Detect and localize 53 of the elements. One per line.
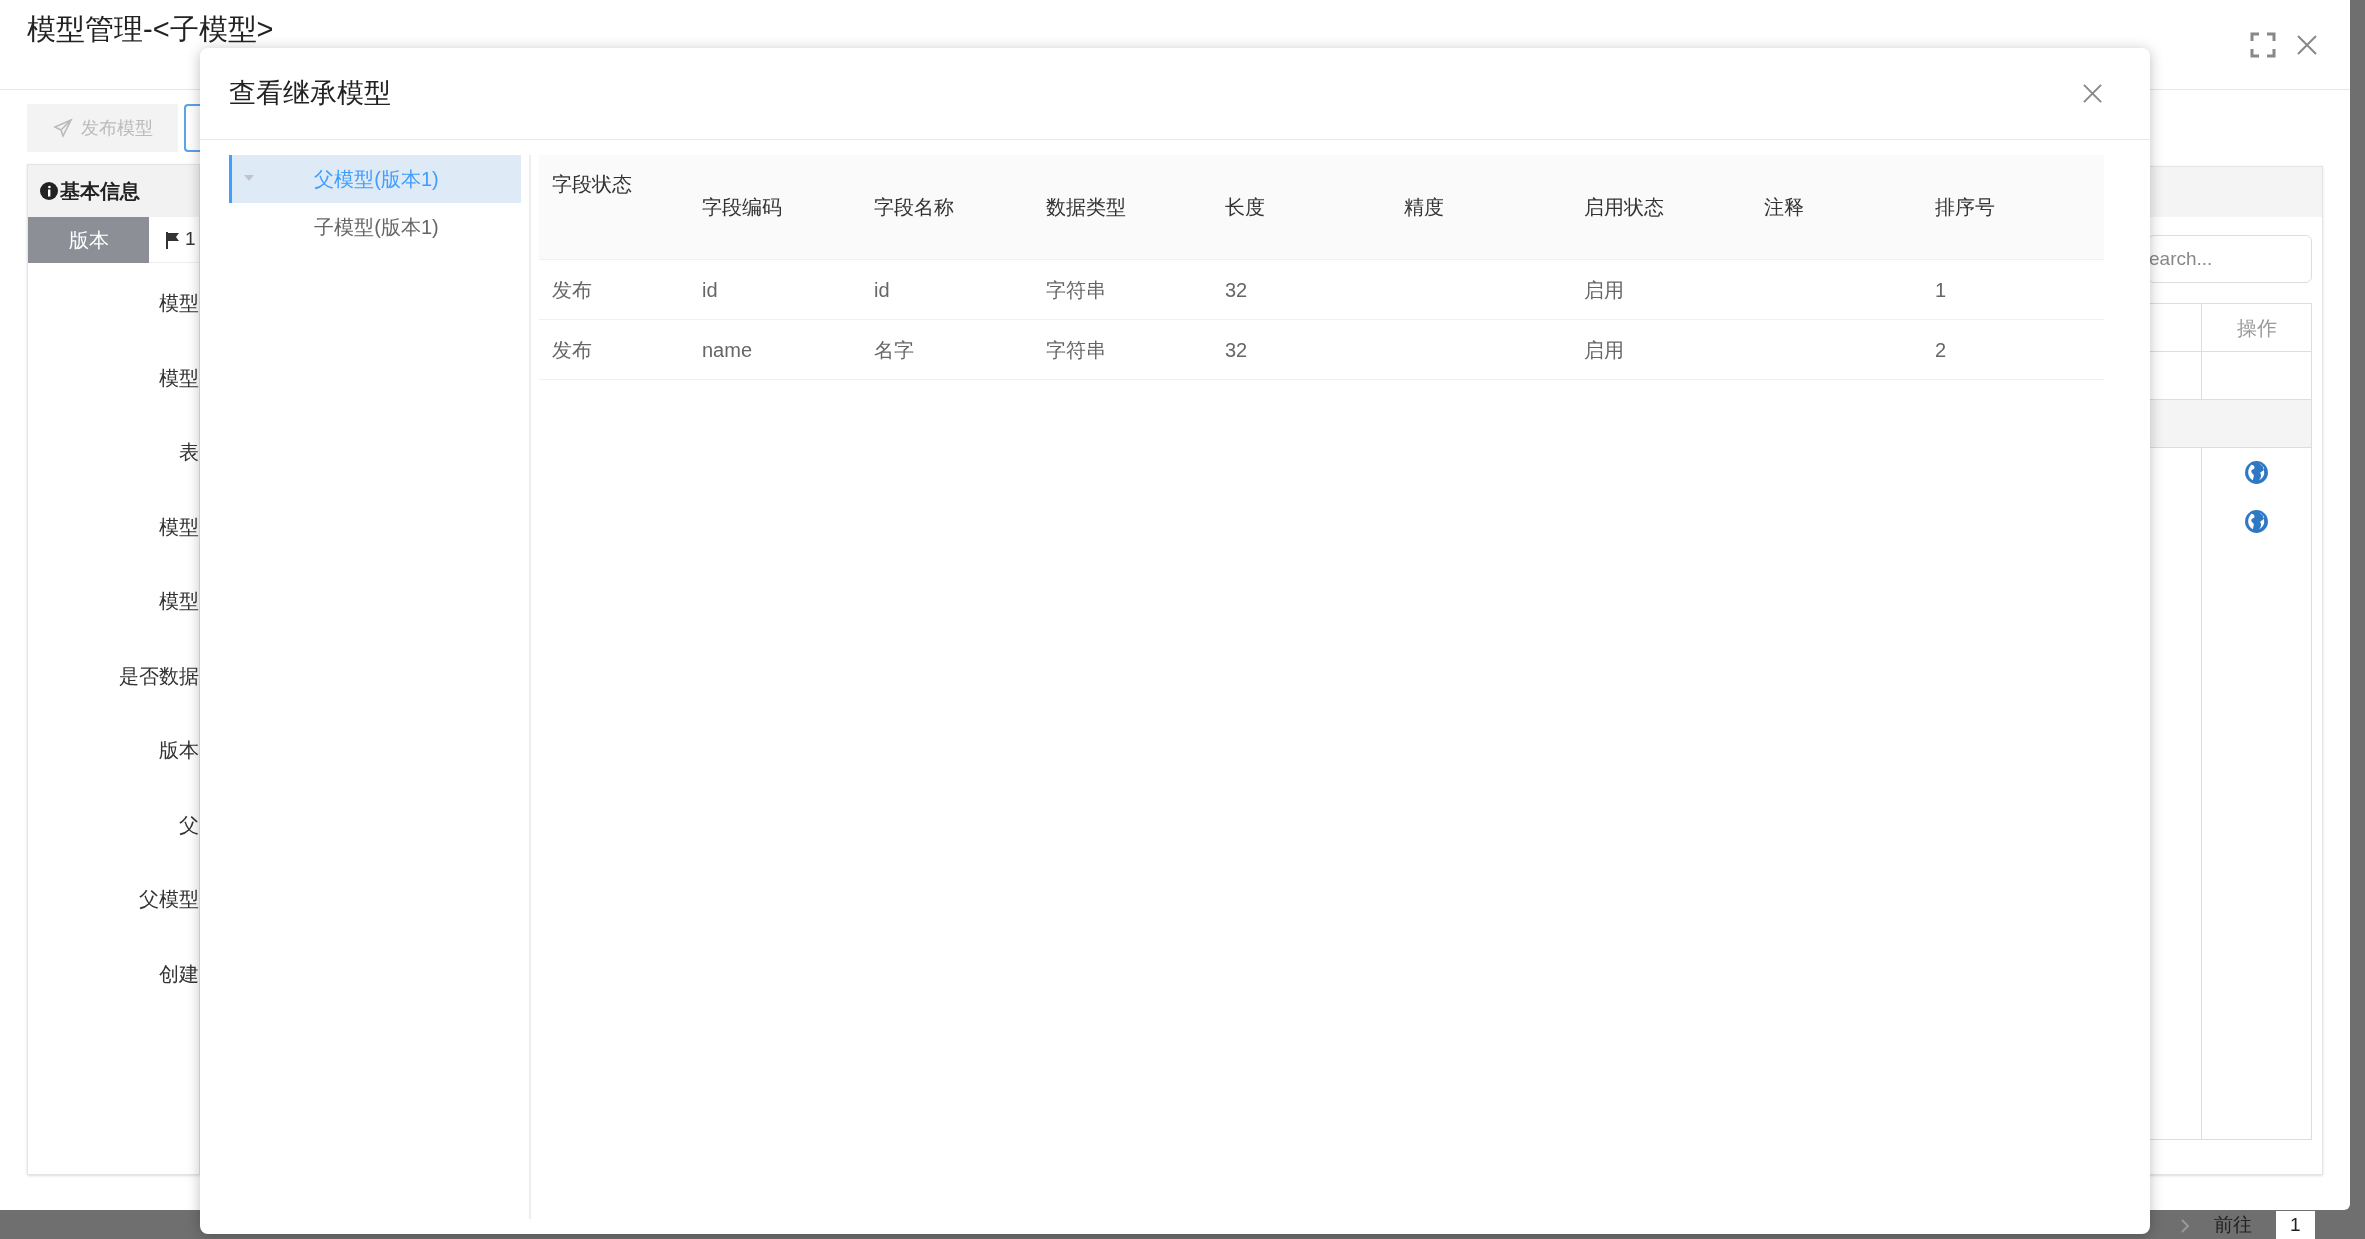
field-label: 表 — [179, 440, 199, 465]
field-label: 创建 — [159, 961, 199, 987]
column-header: 精度 — [1404, 195, 1444, 220]
field-label: 模型 — [159, 365, 199, 391]
field-label: 版本 — [159, 738, 199, 763]
table-cell: 名字 — [874, 338, 914, 361]
card-title: 基本信息 — [60, 179, 140, 204]
window-title: 模型管理-<子模型> — [27, 15, 274, 44]
table-cell: 启用 — [1584, 338, 1624, 361]
paper-plane-icon — [52, 118, 73, 138]
table-cell: 发布 — [552, 278, 592, 301]
field-label: 父模型 — [139, 887, 199, 912]
table-cell: 2 — [1935, 338, 1947, 361]
table-cell: 32 — [1225, 278, 1248, 301]
table-cell: 1 — [1935, 278, 1947, 301]
column-header: 注释 — [1764, 195, 1804, 220]
column-header: 字段编码 — [702, 195, 782, 220]
chevron-right-icon[interactable] — [2180, 1218, 2190, 1233]
table-cell: 发布 — [552, 338, 592, 361]
page-field[interactable]: 1 — [2276, 1211, 2315, 1239]
field-label: 模型 — [159, 291, 199, 316]
globe-icon[interactable] — [2244, 509, 2269, 534]
version-tab[interactable]: 版本 — [28, 216, 149, 263]
field-label: 模型 — [159, 514, 199, 540]
field-label: 是否数据 — [119, 663, 199, 689]
column-header: 排序号 — [1935, 195, 1995, 220]
info-icon — [40, 182, 58, 200]
tree-item[interactable]: 子模型(版本1) — [229, 203, 521, 251]
field-label: 模型 — [159, 589, 199, 614]
tree-item[interactable]: 父模型(版本1) — [229, 155, 521, 203]
table-cell: 32 — [1225, 338, 1248, 361]
table-cell: 字符串 — [1046, 338, 1106, 361]
table-cell: 启用 — [1584, 278, 1624, 301]
table-cell: name — [702, 338, 753, 361]
column-header: 操作 — [2236, 315, 2277, 341]
table-cell: id — [702, 278, 718, 301]
close-icon[interactable] — [2082, 83, 2103, 104]
globe-icon[interactable] — [2244, 460, 2269, 485]
column-header: 长度 — [1225, 195, 1265, 220]
column-header: 字段状态 — [552, 172, 632, 197]
version-number: 1 — [185, 227, 196, 252]
column-header: 启用状态 — [1584, 195, 1664, 220]
search-field[interactable]: earch... — [2148, 235, 2312, 283]
column-header: 字段名称 — [874, 195, 954, 220]
field-label: 父 — [179, 812, 199, 838]
fullscreen-icon[interactable] — [2250, 31, 2276, 58]
close-icon[interactable] — [2296, 33, 2318, 56]
table-cell: 字符串 — [1046, 278, 1106, 301]
dialog-title: 查看继承模型 — [229, 77, 391, 111]
column-header: 数据类型 — [1046, 195, 1126, 220]
table-cell: id — [874, 278, 890, 301]
flag-icon — [165, 230, 181, 249]
goto-label: 前往 — [2214, 1213, 2252, 1238]
